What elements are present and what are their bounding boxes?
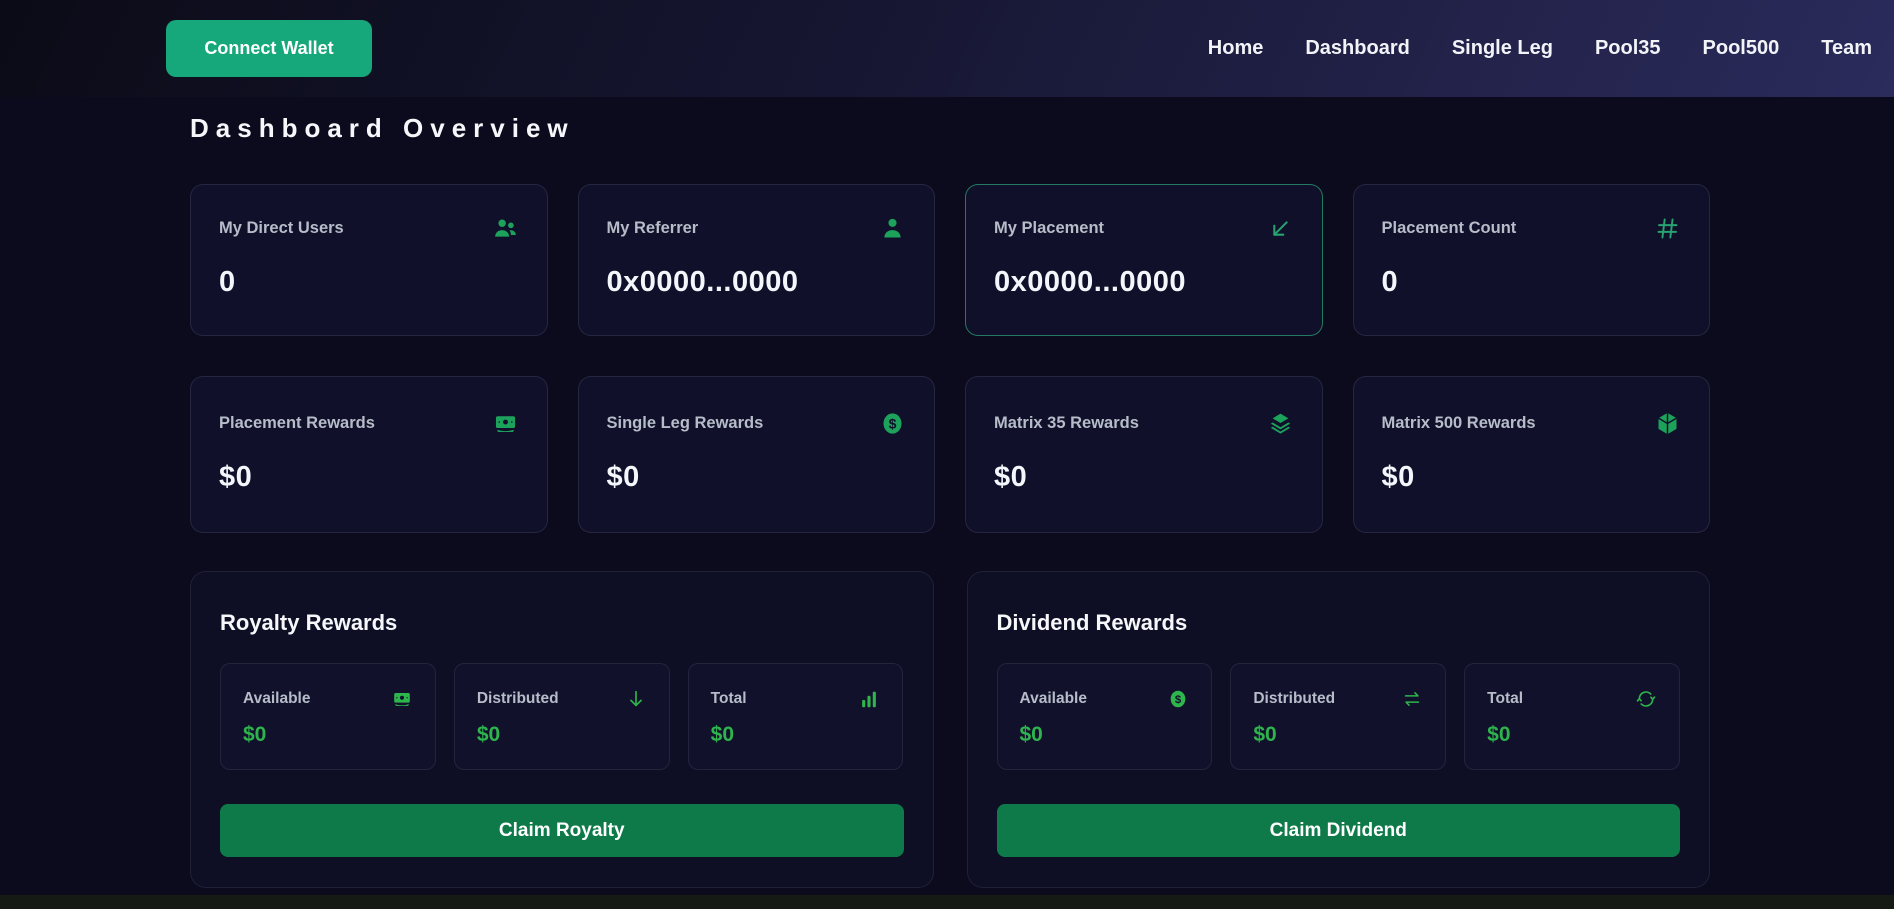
transfer-icon xyxy=(1401,688,1423,710)
dollar-circle-icon: $ xyxy=(879,410,906,437)
card-label: Matrix 500 Rewards xyxy=(1382,414,1536,433)
card-my-referrer: My Referrer 0x0000...0000 xyxy=(578,184,936,336)
substat-label: Total xyxy=(711,690,747,708)
nav-item-single-leg[interactable]: Single Leg xyxy=(1452,37,1553,59)
connect-wallet-button[interactable]: Connect Wallet xyxy=(166,20,372,77)
card-value: 0x0000...0000 xyxy=(994,266,1294,299)
royalty-distributed-card: Distributed $0 xyxy=(454,663,670,770)
svg-text:$: $ xyxy=(1175,694,1182,706)
dashboard-page: Connect Wallet Home Dashboard Single Leg… xyxy=(0,0,1894,909)
dividend-total-card: Total $0 xyxy=(1464,663,1680,770)
card-value: $0 xyxy=(219,461,519,494)
card-label: My Placement xyxy=(994,219,1104,238)
substat-label: Distributed xyxy=(1253,690,1335,708)
royalty-available-card: Available $0 xyxy=(220,663,436,770)
dollar-circle-icon: $ xyxy=(1167,688,1189,710)
card-value: $0 xyxy=(1382,461,1682,494)
bar-chart-icon xyxy=(858,688,880,710)
substat-value: $0 xyxy=(1487,723,1657,747)
card-label: Single Leg Rewards xyxy=(607,414,764,433)
substat-value: $0 xyxy=(711,723,881,747)
rewards-panels: Royalty Rewards Available xyxy=(190,571,1710,888)
card-my-placement: My Placement 0x0000...0000 xyxy=(965,184,1323,336)
footer-strip xyxy=(0,895,1894,909)
card-matrix-500-rewards: Matrix 500 Rewards $0 xyxy=(1353,376,1711,533)
hash-icon xyxy=(1654,215,1681,242)
royalty-total-card: Total $0 xyxy=(688,663,904,770)
banknote-icon xyxy=(492,410,519,437)
royalty-rewards-panel: Royalty Rewards Available xyxy=(190,571,934,888)
panel-title: Royalty Rewards xyxy=(220,610,904,636)
top-navigation-bar: Connect Wallet Home Dashboard Single Leg… xyxy=(0,0,1894,97)
users-icon xyxy=(492,215,519,242)
card-matrix-35-rewards: Matrix 35 Rewards $0 xyxy=(965,376,1323,533)
refresh-icon xyxy=(1635,688,1657,710)
panel-title: Dividend Rewards xyxy=(997,610,1681,636)
card-my-direct-users: My Direct Users 0 xyxy=(190,184,548,336)
user-icon xyxy=(879,215,906,242)
card-label: Placement Count xyxy=(1382,219,1517,238)
dividend-rewards-panel: Dividend Rewards Available $ xyxy=(967,571,1711,888)
dividend-distributed-card: Distributed $0 xyxy=(1230,663,1446,770)
dividend-available-card: Available $ $0 xyxy=(997,663,1213,770)
nav-item-pool500[interactable]: Pool500 xyxy=(1703,37,1780,59)
card-value: $0 xyxy=(994,461,1294,494)
substat-label: Available xyxy=(243,690,311,708)
card-value: 0 xyxy=(219,266,519,299)
substat-value: $0 xyxy=(243,723,413,747)
main-nav: Home Dashboard Single Leg Pool35 Pool500… xyxy=(1208,37,1872,60)
nav-item-pool35[interactable]: Pool35 xyxy=(1595,37,1661,59)
card-value: $0 xyxy=(607,461,907,494)
card-value: 0 xyxy=(1382,266,1682,299)
stat-cards-row2: Placement Rewards $0 xyxy=(190,376,1710,533)
nav-item-home[interactable]: Home xyxy=(1208,37,1264,59)
card-placement-count: Placement Count 0 xyxy=(1353,184,1711,336)
claim-royalty-button[interactable]: Claim Royalty xyxy=(220,804,904,857)
card-label: My Referrer xyxy=(607,219,699,238)
card-label: Placement Rewards xyxy=(219,414,375,433)
cube-icon xyxy=(1654,410,1681,437)
banknote-icon xyxy=(391,688,413,710)
claim-dividend-button[interactable]: Claim Dividend xyxy=(997,804,1681,857)
arrow-down-left-icon xyxy=(1267,215,1294,242)
stat-cards-row1: My Direct Users 0 My Referrer xyxy=(190,184,1710,336)
card-placement-rewards: Placement Rewards $0 xyxy=(190,376,548,533)
main-content: Dashboard Overview My Direct Users 0 xyxy=(190,113,1710,888)
substat-label: Distributed xyxy=(477,690,559,708)
svg-text:$: $ xyxy=(889,415,897,431)
arrow-down-icon xyxy=(625,688,647,710)
substat-label: Available xyxy=(1020,690,1088,708)
card-label: My Direct Users xyxy=(219,219,344,238)
substat-value: $0 xyxy=(1020,723,1190,747)
nav-item-dashboard[interactable]: Dashboard xyxy=(1305,37,1409,59)
substat-value: $0 xyxy=(1253,723,1423,747)
layers-icon xyxy=(1267,410,1294,437)
substat-label: Total xyxy=(1487,690,1523,708)
nav-item-team[interactable]: Team xyxy=(1821,37,1872,59)
card-label: Matrix 35 Rewards xyxy=(994,414,1139,433)
card-value: 0x0000...0000 xyxy=(607,266,907,299)
substat-value: $0 xyxy=(477,723,647,747)
card-single-leg-rewards: $ Single Leg Rewards $0 xyxy=(578,376,936,533)
page-title: Dashboard Overview xyxy=(190,113,1710,144)
